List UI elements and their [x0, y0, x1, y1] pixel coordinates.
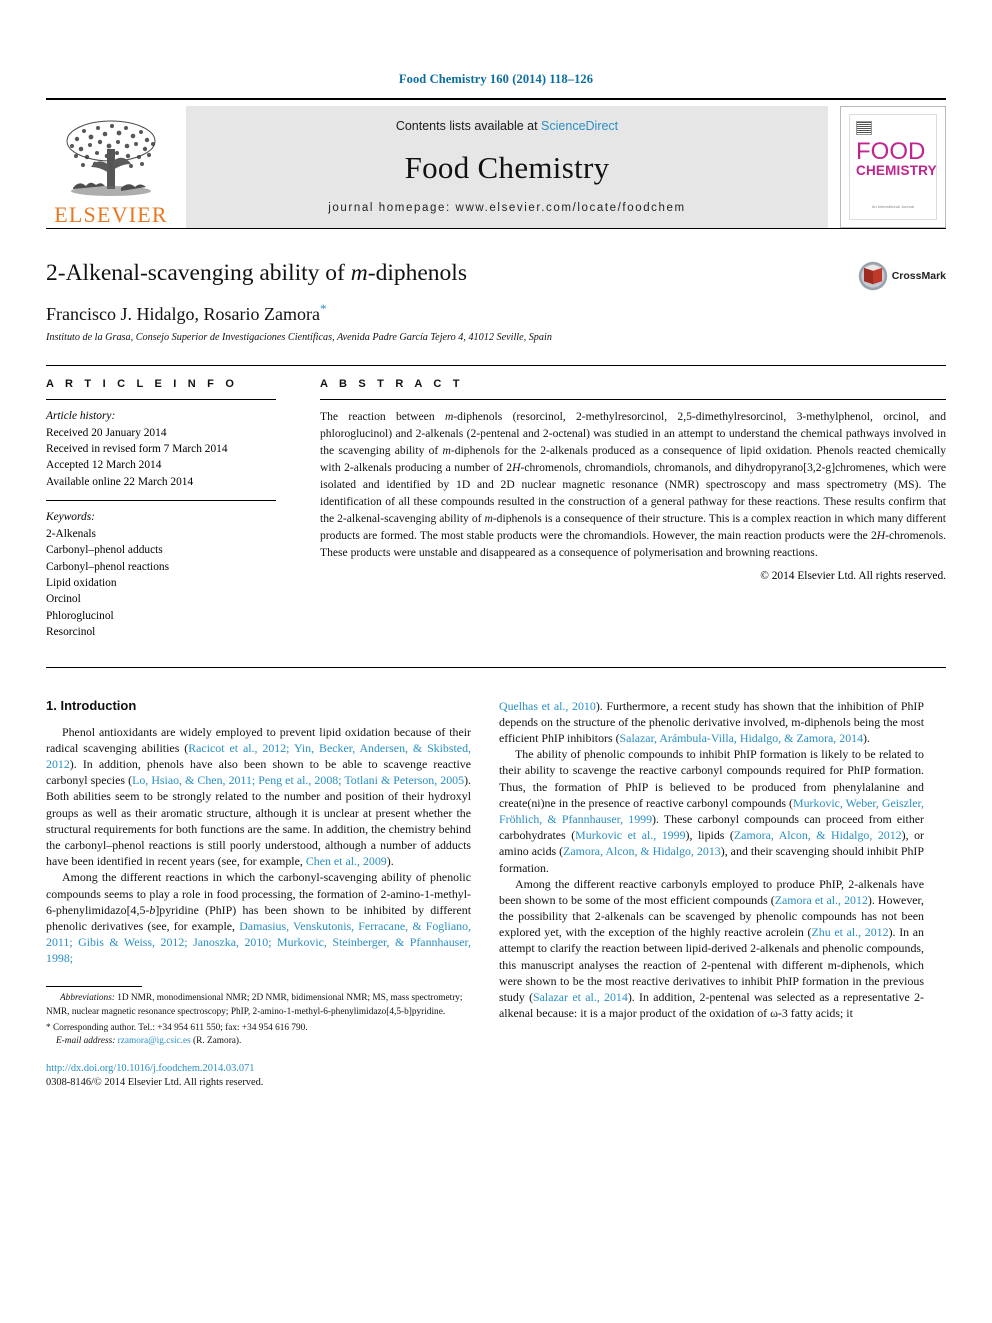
abstract-heading: A B S T R A C T — [320, 378, 464, 391]
abbreviations-footnote: Abbreviations: 1D NMR, monodimensional N… — [46, 992, 471, 1018]
citation-link[interactable]: Zamora, Alcon, & Hidalgo, 2013 — [563, 844, 721, 858]
paragraph: The ability of phenolic compounds to inh… — [499, 746, 924, 876]
footnotes-block: Abbreviations: 1D NMR, monodimensional N… — [46, 986, 471, 1090]
cover-title-line2: CHEMISTRY — [856, 162, 937, 178]
elsevier-tree-icon — [66, 120, 156, 196]
citation-link[interactable]: Zamora, Alcon, & Hidalgo, 2012 — [734, 828, 902, 842]
issn-copyright-line: 0308-8146/© 2014 Elsevier Ltd. All right… — [46, 1077, 264, 1089]
page-title: 2-Alkenal-scavenging ability of m-diphen… — [46, 259, 946, 287]
body-columns: 1. Introduction Phenol antioxidants are … — [46, 698, 946, 1091]
title-italic-m: m — [350, 260, 368, 286]
cover-publisher-icon — [856, 121, 872, 135]
abbreviations-label: Abbreviations: — [60, 993, 115, 1004]
text-seg: ), lipids ( — [685, 828, 734, 843]
abstract-text: The reaction between m-diphenols (resorc… — [320, 400, 946, 561]
doi-block: http://dx.doi.org/10.1016/j.foodchem.201… — [46, 1062, 471, 1091]
title-block: CrossMark 2-Alkenal-scavenging ability o… — [46, 259, 946, 343]
cover-footer-text: An International Journal — [871, 204, 915, 209]
email-footnote: E-mail address: rzamora@ig.csic.es (R. Z… — [46, 1035, 471, 1048]
citation-link[interactable]: Salazar et al., 2014 — [533, 990, 628, 1004]
body-right-column: Quelhas et al., 2010). Furthermore, a re… — [499, 698, 924, 1091]
author-list: Francisco J. Hidalgo, Rosario Zamora* — [46, 301, 946, 325]
keyword-item: Orcinol — [46, 593, 81, 606]
email-link[interactable]: rzamora@ig.csic.es — [118, 1036, 191, 1046]
keywords-group: Keywords: 2-Alkenals Carbonyl–phenol add… — [46, 501, 276, 650]
abstract-seg: The reaction between — [320, 410, 445, 424]
abstract-copyright: © 2014 Elsevier Ltd. All rights reserved… — [760, 570, 946, 583]
keyword-item: Resorcinol — [46, 626, 96, 639]
keyword-item: Carbonyl–phenol reactions — [46, 560, 170, 573]
masthead-bottom-rule — [46, 228, 946, 229]
masthead-center-panel: Contents lists available at ScienceDirec… — [186, 106, 828, 228]
text-seg: ). — [386, 854, 394, 869]
history-item: Accepted 12 March 2014 — [46, 459, 162, 472]
title-part-2: -diphenols — [367, 260, 467, 286]
abstract-italic: m — [484, 511, 493, 525]
citation-link[interactable]: Chen et al., 2009 — [306, 854, 387, 868]
citation-link[interactable]: Lo, Hsiao, & Chen, 2011; Peng et al., 20… — [132, 773, 464, 787]
citation-link[interactable]: Salazar, Arámbula-Villa, Hidalgo, & Zamo… — [620, 731, 863, 745]
info-section-top-rule — [46, 365, 946, 367]
paragraph: Among the different reactions in which t… — [46, 869, 471, 966]
cover-title-line1: FOOD — [856, 138, 926, 165]
paragraph: Quelhas et al., 2010). Furthermore, a re… — [499, 698, 924, 747]
doi-link[interactable]: http://dx.doi.org/10.1016/j.foodchem.201… — [46, 1062, 471, 1077]
masthead-top-rule — [46, 98, 946, 100]
journal-cover-thumbnail[interactable]: FOOD CHEMISTRY An International Journal — [840, 106, 946, 228]
text-seg: ). Both abilities seem to be strongly re… — [46, 773, 471, 869]
citation-link[interactable]: Quelhas et al., 2010 — [499, 699, 596, 713]
abstract-italic: H — [876, 528, 886, 542]
crossmark-label: CrossMark — [891, 270, 946, 282]
history-item: Available online 22 March 2014 — [46, 475, 194, 488]
citation-link[interactable]: Zhu et al., 2012 — [811, 925, 888, 939]
journal-title: Food Chemistry — [404, 149, 610, 185]
article-info-heading: A R T I C L E I N F O — [46, 378, 239, 391]
paper-page: Food Chemistry 160 (2014) 118–126 ELSEVI… — [0, 0, 992, 1323]
keyword-item: 2-Alkenals — [46, 527, 96, 540]
sciencedirect-link[interactable]: ScienceDirect — [541, 119, 618, 133]
title-part-1: 2-Alkenal-scavenging ability of — [46, 260, 351, 286]
contents-prefix: Contents lists available at — [395, 119, 542, 133]
crossmark-icon — [858, 261, 887, 291]
section-heading-introduction: 1. Introduction — [46, 697, 137, 713]
author-names: Francisco J. Hidalgo, Rosario Zamora — [46, 304, 320, 325]
paragraph: Phenol antioxidants are widely employed … — [46, 724, 471, 870]
info-section-bottom-rule — [46, 666, 946, 668]
cover-inner-frame: FOOD CHEMISTRY An International Journal — [849, 114, 937, 220]
body-left-column: 1. Introduction Phenol antioxidants are … — [46, 698, 471, 1091]
info-abstract-row: A R T I C L E I N F O Article history: R… — [46, 378, 946, 650]
article-history-group: Article history: Received 20 January 201… — [46, 400, 276, 500]
elsevier-logo: ELSEVIER — [46, 106, 176, 228]
corresponding-author-marker[interactable]: * — [320, 301, 327, 316]
elsevier-wordmark: ELSEVIER — [54, 202, 168, 227]
citation-link[interactable]: Zamora et al., 2012 — [775, 893, 868, 907]
paragraph: Among the different reactive carbonyls e… — [499, 876, 924, 1022]
affiliation: Instituto de la Grasa, Consejo Superior … — [46, 332, 552, 344]
email-suffix: (R. Zamora). — [190, 1035, 242, 1046]
contents-available-line: Contents lists available at ScienceDirec… — [396, 119, 618, 133]
corresponding-author-footnote: * Corresponding author. Tel.: +34 954 61… — [46, 1022, 308, 1033]
running-head: Food Chemistry 160 (2014) 118–126 — [398, 72, 594, 86]
article-history-label: Article history: — [46, 410, 116, 423]
abstract-column: A B S T R A C T The reaction between m-d… — [294, 378, 946, 650]
history-item: Received in revised form 7 March 2014 — [46, 443, 228, 456]
keyword-item: Carbonyl–phenol adducts — [46, 544, 163, 557]
email-label: E-mail address: — [56, 1035, 116, 1046]
article-info-column: A R T I C L E I N F O Article history: R… — [46, 378, 294, 650]
keyword-item: Lipid oxidation — [46, 576, 117, 589]
crossmark-badge[interactable]: CrossMark — [858, 261, 946, 291]
abstract-italic: m — [442, 444, 451, 458]
history-item: Received 20 January 2014 — [46, 426, 167, 439]
keyword-item: Phloroglucinol — [46, 609, 114, 622]
journal-homepage-link[interactable]: journal homepage: www.elsevier.com/locat… — [328, 202, 685, 214]
journal-masthead: ELSEVIER Contents lists available at Sci… — [46, 106, 946, 228]
citation-link[interactable]: Murkovic et al., 1999 — [575, 828, 685, 842]
text-seg: ). — [863, 731, 870, 746]
footnote-rule — [46, 986, 142, 988]
keywords-label: Keywords: — [46, 511, 95, 524]
